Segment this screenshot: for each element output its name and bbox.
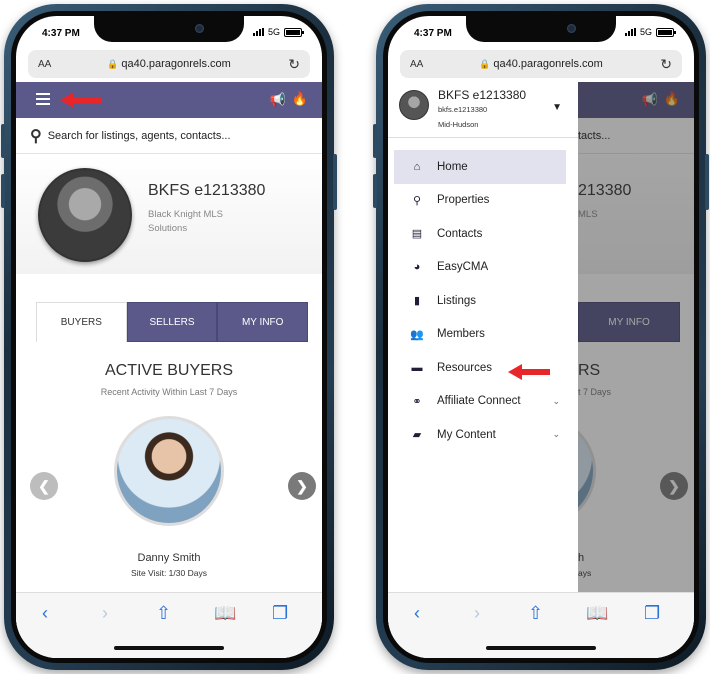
drawer-item-properties[interactable]: ⚲ Properties — [394, 184, 566, 218]
caret-down-icon[interactable]: ▼ — [552, 102, 562, 113]
screenshot-stage: 4:37 PM 5G AA 🔒qa40.paragonrels.com ↻ 📢 — [0, 0, 710, 674]
drawer-item-label: Properties — [437, 194, 490, 207]
tab-buyers[interactable]: BUYERS — [36, 302, 127, 342]
signal-icon — [624, 28, 636, 36]
drawer-item-label: Contacts — [437, 227, 483, 240]
drawer-item-label: EasyCMA — [437, 261, 489, 274]
drawer-item-label: Members — [437, 328, 485, 341]
tab-my-info[interactable]: MY INFO — [217, 302, 309, 342]
back-icon[interactable]: ‹ — [414, 603, 420, 624]
megaphone-icon[interactable]: 📢 — [270, 92, 286, 108]
forward-icon[interactable]: › — [474, 603, 480, 624]
drawer-item-label: Listings — [437, 294, 476, 307]
status-time: 4:37 PM — [414, 28, 452, 39]
buyer-name[interactable]: Danny Smith — [16, 552, 322, 564]
drawer-username: bkfs.e1213380 — [438, 105, 488, 114]
hamburger-menu-icon[interactable] — [36, 93, 50, 108]
drawer-menu: ⌂ Home ⚲ Properties ▤ Contacts ◕ EasyCMA ▮ Listin… — [388, 138, 578, 452]
reload-icon[interactable]: ↻ — [660, 56, 672, 73]
drawer-item-label: Affiliate Connect — [437, 395, 521, 408]
drawer-item-label: Resources — [437, 361, 492, 374]
phone-left: 4:37 PM 5G AA 🔒qa40.paragonrels.com ↻ 📢 — [1, 4, 337, 670]
buyer-avatar[interactable] — [114, 416, 224, 526]
forward-icon[interactable]: › — [102, 603, 108, 624]
profile-card: BKFS e1213380 Black Knight MLS Solutions — [16, 154, 322, 274]
drawer-account-header[interactable]: BKFS e1213380 bkfs.e1213380 Mid-Hudson ▼ — [388, 82, 578, 138]
drawer-item-home[interactable]: ⌂ Home — [394, 150, 566, 184]
status-time: 4:37 PM — [42, 28, 80, 39]
pie-chart-icon: ◕ — [413, 261, 421, 274]
url-bar[interactable]: AA 🔒 qa40.paragonrels.com ↻ — [28, 50, 310, 78]
url-text: qa40.paragonrels.com — [493, 58, 603, 70]
people-icon: 👥 — [410, 328, 424, 341]
reader-button[interactable]: AA — [410, 59, 423, 70]
chevron-down-icon[interactable]: ⌄ — [552, 429, 560, 440]
url-text: qa40.paragonrels.com — [121, 58, 231, 70]
search-bar[interactable]: ⚲ Search for listings, agents, contacts.… — [16, 118, 322, 154]
drawer-item-label: Home — [437, 160, 468, 173]
reload-icon[interactable]: ↻ — [288, 56, 300, 73]
phone-screen-right: 4:37 PM 5G AA 🔒 qa40.paragonrels.com ↻ 📢 … — [388, 16, 694, 658]
avatar — [399, 90, 429, 120]
search-icon: ⚲ — [30, 127, 42, 145]
phone-screen-left: 4:37 PM 5G AA 🔒qa40.paragonrels.com ↻ 📢 — [16, 16, 322, 658]
home-indicator — [114, 646, 224, 650]
drawer-item-my-content[interactable]: ▰ My Content ⌄ — [394, 418, 566, 452]
battery-icon — [656, 27, 676, 37]
browser-toolbar: ‹ › ⇧ 📖 ❐ — [16, 592, 322, 658]
drawer-item-label: My Content — [437, 428, 496, 441]
search-icon: ⚲ — [412, 194, 422, 207]
drawer-item-contacts[interactable]: ▤ Contacts — [394, 217, 566, 251]
lock-icon: 🔒 — [479, 59, 491, 69]
search-input[interactable]: Search for listings, agents, contacts... — [48, 130, 231, 142]
tabs-icon[interactable]: ❐ — [272, 603, 288, 624]
flame-icon[interactable]: 🔥 — [292, 91, 308, 107]
annotation-arrow — [60, 92, 102, 108]
network-label: 5G — [267, 27, 280, 37]
signal-icon — [252, 28, 264, 36]
drawer-item-easycma[interactable]: ◕ EasyCMA — [394, 251, 566, 285]
battery-icon — [284, 27, 304, 37]
drawer-mls: Mid-Hudson — [438, 120, 479, 129]
contact-card-icon: ▤ — [411, 228, 423, 241]
annotation-arrow — [508, 364, 550, 380]
tab-sellers[interactable]: SELLERS — [126, 302, 218, 342]
drawer-item-listings[interactable]: ▮ Listings — [394, 284, 566, 318]
bookmarks-icon[interactable]: 📖 — [586, 603, 608, 624]
profile-tabs: BUYERS SELLERS MY INFO — [36, 302, 309, 342]
profile-name: BKFS e1213380 — [148, 182, 266, 199]
share-icon[interactable]: ⇧ — [528, 603, 543, 624]
browser-toolbar: ‹ › ⇧ 📖 ❐ — [388, 592, 694, 658]
home-icon: ⌂ — [413, 160, 421, 173]
bookmarks-icon[interactable]: 📖 — [214, 603, 236, 624]
tabs-icon[interactable]: ❐ — [644, 603, 660, 624]
drawer-item-members[interactable]: 👥 Members — [394, 318, 566, 352]
url-bar[interactable]: AA 🔒 qa40.paragonrels.com ↻ — [400, 50, 682, 78]
document-icon: ▮ — [413, 295, 421, 308]
drawer-item-affiliate-connect[interactable]: ⚭ Affiliate Connect ⌄ — [394, 385, 566, 419]
book-icon: ▬ — [411, 361, 423, 374]
carousel-prev-icon[interactable]: ❮ — [30, 472, 58, 500]
drawer-user-name: BKFS e1213380 — [438, 88, 527, 102]
reader-button[interactable]: AA — [38, 59, 51, 70]
back-icon[interactable]: ‹ — [42, 603, 48, 624]
buyer-visit: Site Visit: 1/30 Days — [131, 568, 207, 578]
profile-company: Black Knight MLS Solutions — [148, 209, 223, 234]
section-title: ACTIVE BUYERS — [104, 362, 234, 379]
handshake-icon: ⚭ — [412, 395, 422, 408]
share-icon[interactable]: ⇧ — [156, 603, 171, 624]
home-indicator — [486, 646, 596, 650]
network-label: 5G — [639, 27, 652, 37]
chevron-down-icon[interactable]: ⌄ — [552, 396, 560, 407]
section-subtitle: Recent Activity Within Last 7 Days — [100, 387, 238, 397]
nav-drawer: BKFS e1213380 bkfs.e1213380 Mid-Hudson ▼… — [388, 82, 578, 592]
carousel-next-icon[interactable]: ❯ — [288, 472, 316, 500]
avatar — [38, 168, 132, 262]
phone-right: 4:37 PM 5G AA 🔒 qa40.paragonrels.com ↻ 📢 … — [373, 4, 709, 670]
lock-icon: 🔒 — [107, 59, 119, 69]
folder-icon: ▰ — [412, 429, 422, 442]
